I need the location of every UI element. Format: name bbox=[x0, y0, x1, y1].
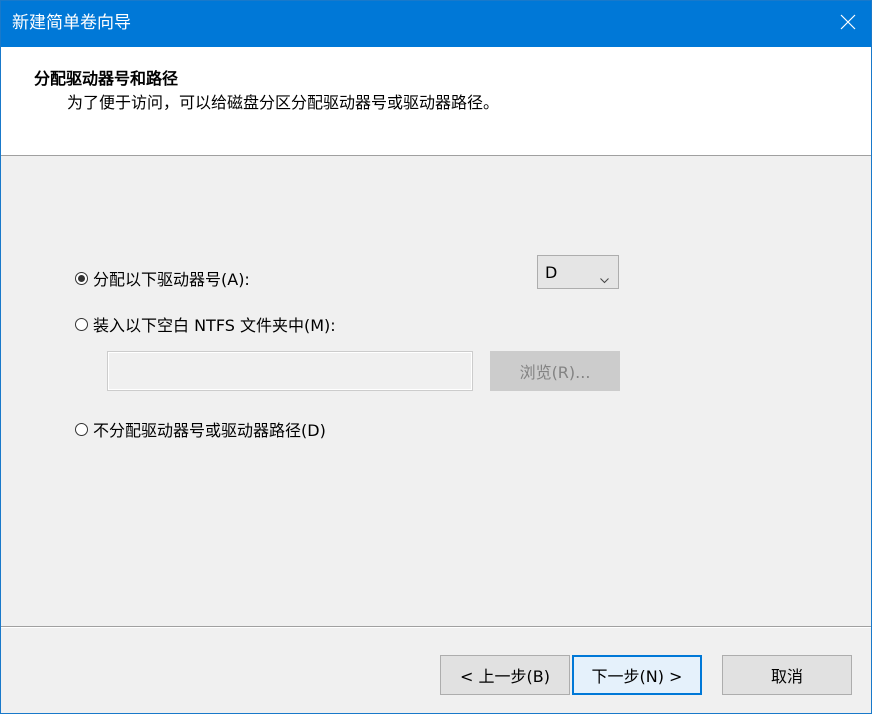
mount-folder-radio[interactable] bbox=[75, 317, 88, 331]
mount-folder-option[interactable]: 装入以下空白 NTFS 文件夹中(M): bbox=[75, 312, 336, 336]
footer-divider-highlight bbox=[1, 627, 871, 628]
cancel-button[interactable]: 取消 bbox=[722, 655, 852, 695]
close-icon bbox=[840, 14, 856, 34]
page-title: 分配驱动器号和路径 bbox=[34, 69, 179, 88]
close-button[interactable] bbox=[825, 1, 871, 47]
folder-path-input[interactable] bbox=[107, 351, 473, 391]
assign-letter-label: 分配以下驱动器号(A): bbox=[93, 270, 250, 289]
assign-letter-radio[interactable] bbox=[75, 271, 88, 285]
drive-letter-select[interactable]: D bbox=[537, 255, 619, 289]
window-title: 新建简单卷向导 bbox=[12, 13, 131, 33]
wizard-window: 新建简单卷向导 分配驱动器号和路径 为了便于访问，可以给磁盘分区分配驱动器号或驱… bbox=[0, 0, 872, 714]
drive-letter-value: D bbox=[545, 263, 558, 282]
mount-folder-label: 装入以下空白 NTFS 文件夹中(M): bbox=[93, 316, 336, 335]
back-button[interactable]: < 上一步(B) bbox=[440, 655, 570, 695]
page-subtitle: 为了便于访问，可以给磁盘分区分配驱动器号或驱动器路径。 bbox=[67, 93, 500, 112]
chevron-down-icon bbox=[600, 269, 609, 288]
no-assign-option[interactable]: 不分配驱动器号或驱动器路径(D) bbox=[75, 417, 326, 441]
wizard-header: 分配驱动器号和路径 为了便于访问，可以给磁盘分区分配驱动器号或驱动器路径。 bbox=[1, 47, 871, 156]
next-button[interactable]: 下一步(N) > bbox=[572, 655, 702, 695]
title-bar[interactable]: 新建简单卷向导 bbox=[1, 1, 871, 47]
no-assign-label: 不分配驱动器号或驱动器路径(D) bbox=[93, 421, 326, 440]
assign-letter-option[interactable]: 分配以下驱动器号(A): bbox=[75, 266, 250, 290]
browse-button[interactable]: 浏览(R)... bbox=[490, 351, 620, 391]
no-assign-radio[interactable] bbox=[75, 422, 88, 436]
